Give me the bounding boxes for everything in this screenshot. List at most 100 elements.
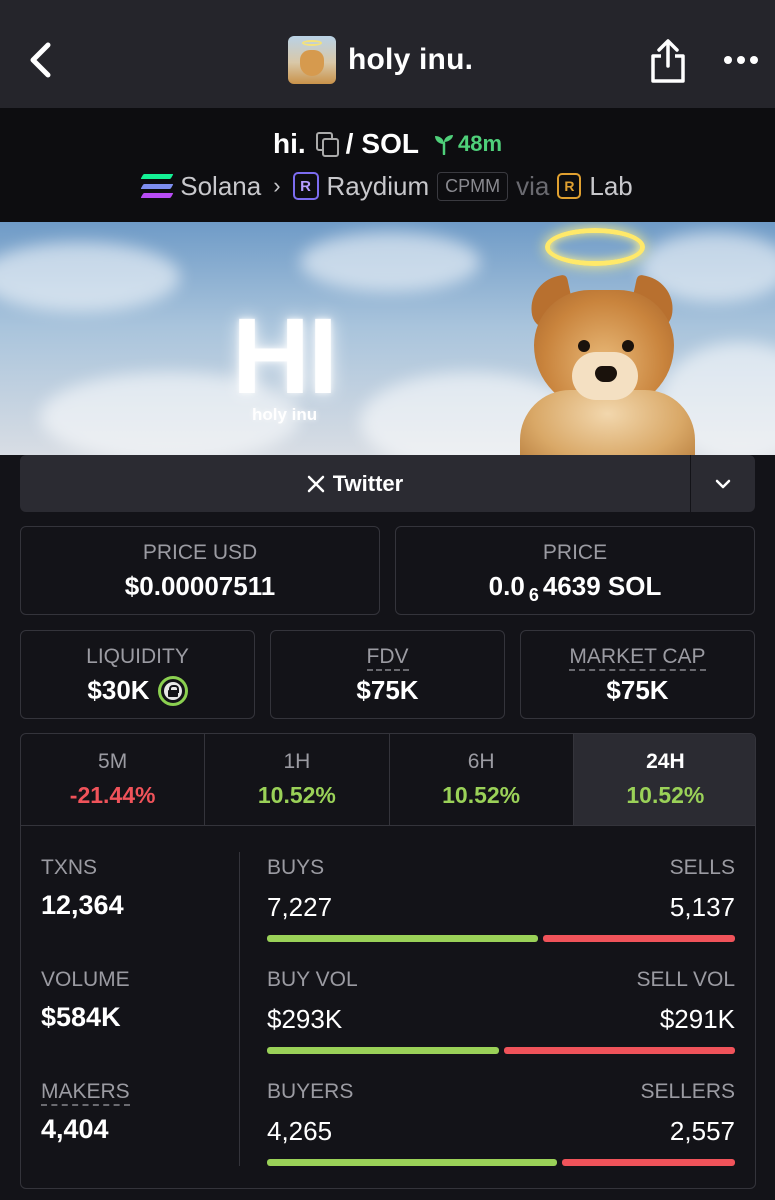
sells-label: SELLS	[669, 856, 735, 879]
token-avatar	[288, 36, 336, 84]
price-usd-card: PRICE USD $0.00007511	[20, 526, 380, 615]
share-icon	[651, 39, 685, 83]
raydium-icon: R	[292, 172, 319, 200]
fdv-label[interactable]: FDV	[366, 645, 409, 671]
x-logo-icon	[307, 475, 324, 492]
fdv-value: $75K	[356, 675, 419, 705]
pool-type-badge: CPMM	[437, 171, 509, 201]
chevron-down-icon	[715, 479, 731, 488]
tab-change: -21.44%	[69, 782, 156, 808]
buys-label: BUYS	[267, 856, 325, 879]
liquidity-label: LIQUIDITY	[86, 645, 189, 668]
buy-vol-value: $293K	[267, 1004, 343, 1034]
pair-separator: /	[345, 128, 354, 159]
tab-label: 6H	[467, 750, 495, 773]
more-button[interactable]	[724, 52, 760, 68]
token-header: holy inu.	[288, 36, 473, 84]
sells-value: 5,137	[669, 892, 735, 922]
timeframe-tabs: 5M -21.44% 1H 10.52% 6H 10.52% 24H 10.52…	[21, 734, 755, 826]
buys-sells-split: BUYS SELLS 7,227 5,137	[267, 856, 735, 942]
tab-change: 10.52%	[257, 782, 336, 808]
pair-age-text: 48m	[457, 131, 503, 156]
token-name: holy inu.	[348, 43, 474, 76]
sell-vol-label: SELL VOL	[636, 968, 735, 991]
market-cap-card: MARKET CAP $75K	[520, 630, 755, 719]
liquidity-card: LIQUIDITY $30K	[20, 630, 255, 719]
price-native-card: PRICE 0.0 6 4639 SOL	[395, 526, 755, 615]
volume-value: $584K	[41, 1002, 121, 1032]
socials-dropdown-button[interactable]	[691, 455, 755, 512]
sells-bar-fill	[543, 935, 735, 942]
buys-value: 7,227	[267, 892, 333, 922]
quote-symbol: SOL	[361, 128, 419, 159]
price-usd-label: PRICE USD	[142, 541, 258, 564]
stats-panel: 5M -21.44% 1H 10.52% 6H 10.52% 24H 10.52…	[20, 733, 756, 1189]
sprout-icon	[434, 135, 453, 155]
more-dot-icon	[724, 56, 732, 64]
buyers-bar-fill	[267, 1159, 557, 1166]
makers-label[interactable]: MAKERS	[41, 1080, 130, 1106]
makers-metric: MAKERS 4,404	[41, 1080, 130, 1145]
buy-sell-volume-bar	[267, 1047, 735, 1054]
price-digits: 4639 SOL	[542, 571, 662, 601]
tab-change: 10.52%	[626, 782, 705, 808]
makers-value: 4,404	[41, 1114, 109, 1144]
tab-change: 10.52%	[442, 782, 521, 808]
buy-sell-volume-split: BUY VOL SELL VOL $293K $291K	[267, 968, 735, 1054]
tab-24h[interactable]: 24H 10.52%	[573, 734, 755, 825]
back-button[interactable]	[22, 40, 58, 80]
solana-icon	[140, 174, 174, 198]
banner-title: HI	[232, 295, 338, 416]
sellers-label: SELLERS	[640, 1080, 735, 1103]
volume-label: VOLUME	[41, 968, 130, 991]
tab-1h[interactable]: 1H 10.52%	[205, 734, 390, 825]
liquidity-value: $30K	[87, 675, 150, 705]
tab-5m[interactable]: 5M -21.44%	[21, 734, 206, 825]
sell-vol-bar-fill	[504, 1047, 735, 1054]
halo-graphic	[545, 228, 645, 266]
buyers-label: BUYERS	[267, 1080, 354, 1103]
buys-bar-fill	[267, 935, 539, 942]
twitter-label: Twitter	[332, 470, 404, 496]
tab-6h[interactable]: 6H 10.52%	[390, 734, 574, 825]
top-bar: holy inu.	[0, 0, 775, 108]
tab-label: 1H	[283, 750, 311, 773]
txns-label: TXNS	[41, 856, 98, 879]
pair-info-bar: hi. / SOL 48m Solana › R Raydium CPMM vi…	[0, 108, 775, 222]
token-banner: HI holy inu	[0, 222, 775, 455]
share-button[interactable]	[648, 38, 688, 84]
price-label: PRICE	[542, 541, 608, 564]
chevron-right-icon: ›	[273, 173, 281, 198]
sellers-bar-fill	[562, 1159, 735, 1166]
fdv-card: FDV $75K	[270, 630, 505, 719]
dog-graphic	[520, 270, 695, 455]
lock-icon[interactable]	[157, 675, 188, 706]
chain-row: Solana › R Raydium CPMM via R Lab	[0, 166, 775, 206]
pair-age: 48m	[433, 131, 502, 157]
market-cap-value: $75K	[606, 675, 669, 705]
more-dot-icon	[750, 56, 758, 64]
pair-row: hi. / SOL 48m	[0, 124, 775, 164]
buyers-sellers-split: BUYERS SELLERS 4,265 2,557	[267, 1080, 735, 1166]
lab-icon: R	[557, 173, 582, 199]
sellers-value: 2,557	[669, 1116, 735, 1146]
more-dot-icon	[737, 56, 745, 64]
stats-divider	[239, 852, 240, 1166]
dex-name[interactable]: Raydium	[327, 171, 430, 202]
tab-label: 24H	[646, 750, 685, 773]
buy-vol-bar-fill	[267, 1047, 500, 1054]
chain-name[interactable]: Solana	[180, 171, 261, 202]
txns-value: 12,364	[41, 890, 124, 920]
launchpad-name[interactable]: Lab	[589, 171, 632, 202]
buy-vol-label: BUY VOL	[267, 968, 358, 991]
buys-sells-bar	[267, 935, 735, 942]
price-zero-count: 6	[528, 585, 539, 605]
twitter-button[interactable]: Twitter	[20, 455, 690, 512]
banner-subtitle: holy inu	[252, 405, 318, 424]
chevron-left-icon	[30, 42, 51, 78]
market-cap-label[interactable]: MARKET CAP	[569, 645, 706, 671]
sell-vol-value: $291K	[659, 1004, 735, 1034]
copy-icon[interactable]	[315, 132, 339, 157]
base-symbol: hi.	[272, 128, 306, 159]
via-label: via	[516, 170, 550, 201]
